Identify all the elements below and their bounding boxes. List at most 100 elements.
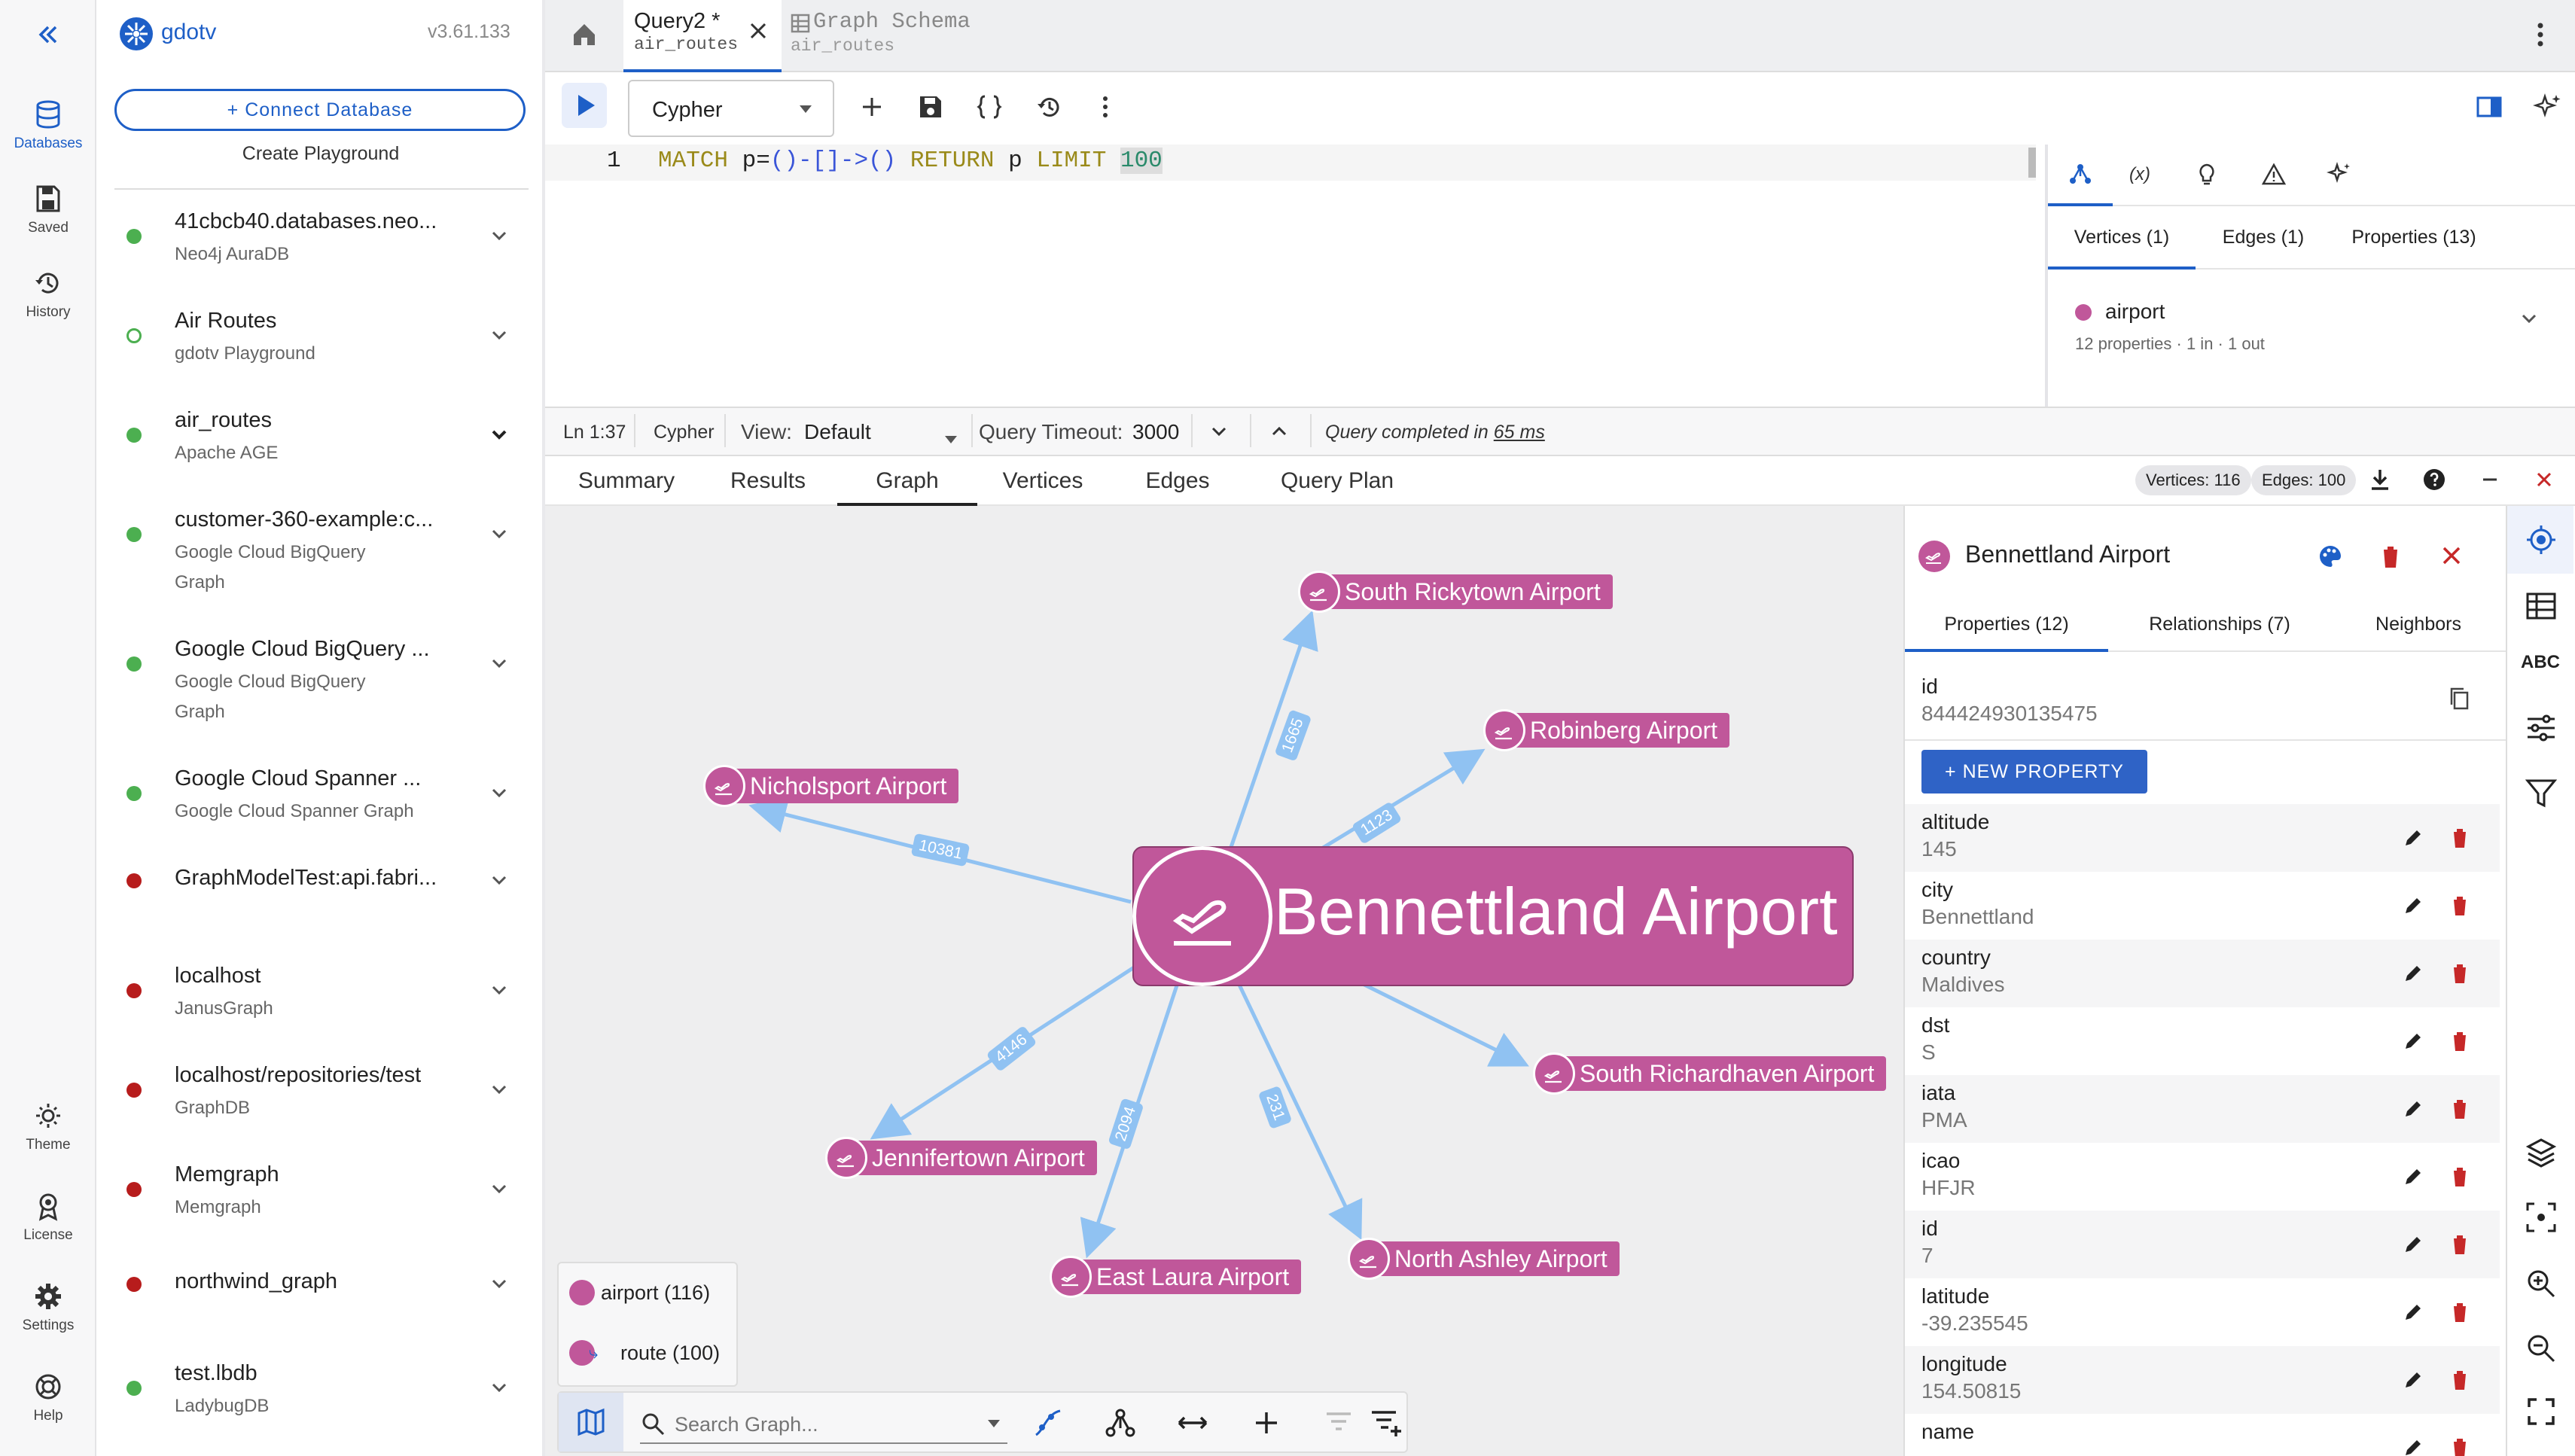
collapse-sidebar-icon[interactable]: [33, 20, 63, 53]
chevron-down-icon[interactable]: [488, 652, 510, 675]
timeout-input[interactable]: 3000: [1132, 420, 1179, 444]
airport-node-label[interactable]: Jennifertown Airport: [836, 1141, 1097, 1175]
connection-item[interactable]: localhost JanusGraph: [96, 964, 545, 1054]
results-tab[interactable]: Results: [714, 456, 822, 506]
airport-node-label[interactable]: East Laura Airport: [1060, 1260, 1302, 1294]
layers-icon[interactable]: [2525, 1137, 2557, 1172]
delete-property-icon[interactable]: [2450, 1030, 2473, 1052]
vertex-airport-item[interactable]: airport 12 properties · 1 in · 1 out: [2048, 285, 2575, 367]
nav-settings[interactable]: Settings: [0, 1281, 96, 1334]
search-graph-field[interactable]: [640, 1402, 1007, 1444]
nav-history[interactable]: History: [0, 268, 96, 321]
help-circle-icon[interactable]: [2423, 468, 2445, 495]
connect-database-button[interactable]: + Connect Database: [114, 89, 526, 131]
airport-node-icon[interactable]: [1348, 1238, 1390, 1280]
connection-item[interactable]: 41cbcb40.databases.neo... Neo4j AuraDB: [96, 209, 545, 300]
connection-item[interactable]: localhost/repositories/test GraphDB: [96, 1063, 545, 1153]
language-select[interactable]: Cypher: [628, 80, 834, 137]
nav-theme[interactable]: Theme: [0, 1101, 96, 1153]
airport-node-label[interactable]: North Ashley Airport: [1358, 1241, 1620, 1276]
tab-graph-schema[interactable]: Graph Schema air_routes: [791, 0, 1025, 72]
connection-item[interactable]: customer-360-example:c... Google Cloud Bi…: [96, 507, 545, 598]
nav-databases[interactable]: Databases: [0, 99, 96, 152]
delete-property-icon[interactable]: [2450, 962, 2473, 985]
add-node-icon[interactable]: [1251, 1408, 1281, 1442]
add-icon[interactable]: [858, 93, 885, 124]
connection-item[interactable]: northwind_graph: [96, 1269, 545, 1360]
chevron-down-icon[interactable]: [488, 224, 510, 247]
edge-robinberg[interactable]: [1312, 748, 1486, 856]
focus-target-button[interactable]: [2507, 506, 2573, 574]
edit-pencil-icon[interactable]: [2402, 1436, 2424, 1456]
more-options-icon[interactable]: [1098, 93, 1113, 124]
connection-item[interactable]: Memgraph Memgraph: [96, 1162, 545, 1253]
connection-item[interactable]: Google Cloud BigQuery ... Google Cloud Bi…: [96, 637, 545, 727]
airport-node-icon[interactable]: [825, 1137, 867, 1179]
edit-pencil-icon[interactable]: [2402, 1098, 2424, 1120]
chevron-down-icon[interactable]: [488, 324, 510, 346]
chevron-down-icon[interactable]: [488, 1376, 510, 1399]
edit-pencil-icon[interactable]: [2402, 827, 2424, 849]
nav-saved[interactable]: Saved: [0, 184, 96, 236]
edit-pencil-icon[interactable]: [2402, 894, 2424, 917]
connection-item[interactable]: GraphModelTest:api.fabri...: [96, 866, 545, 956]
zoom-in-icon[interactable]: [2525, 1268, 2557, 1303]
nav-license[interactable]: License: [0, 1191, 96, 1244]
airport-node-icon[interactable]: [1533, 1052, 1575, 1095]
layout-tree-icon[interactable]: [1105, 1408, 1135, 1442]
filter-disabled-icon[interactable]: [1324, 1409, 1354, 1440]
edit-pencil-icon[interactable]: [2402, 1369, 2424, 1391]
new-property-button[interactable]: + NEW PROPERTY: [1921, 750, 2147, 793]
airport-node-label[interactable]: Robinberg Airport: [1494, 713, 1730, 748]
connection-item[interactable]: Google Cloud Spanner ... Google Cloud Spa…: [96, 766, 545, 857]
tab-neighbors[interactable]: Neighbors: [2331, 598, 2506, 652]
chevron-down-icon[interactable]: [488, 1177, 510, 1200]
delete-property-icon[interactable]: [2450, 1301, 2473, 1323]
zoom-out-icon[interactable]: [2525, 1333, 2557, 1368]
search-graph-input[interactable]: [675, 1409, 976, 1439]
delete-property-icon[interactable]: [2450, 1165, 2473, 1188]
legend-airport[interactable]: airport (116): [601, 1281, 710, 1305]
chevron-down-icon[interactable]: [488, 869, 510, 891]
airport-node-label[interactable]: South Rickytown Airport: [1309, 574, 1613, 609]
chevron-down-icon[interactable]: [488, 423, 510, 446]
path-tool-icon[interactable]: [1033, 1408, 1063, 1442]
tab-query2[interactable]: Query2 * air_routes: [623, 0, 782, 72]
tab-edges[interactable]: Edges (1): [2196, 206, 2331, 270]
legend-route[interactable]: route (100): [620, 1342, 720, 1365]
delete-property-icon[interactable]: [2450, 827, 2473, 849]
warning-icon[interactable]: [2261, 163, 2287, 189]
toggle-side-panel-icon[interactable]: [2476, 93, 2503, 124]
nav-help[interactable]: Help: [0, 1372, 96, 1424]
tab-properties[interactable]: Properties (13): [2331, 206, 2497, 270]
connection-item[interactable]: Air Routes gdotv Playground: [96, 309, 545, 399]
chevron-down-icon[interactable]: [1209, 422, 1229, 446]
chevron-up-icon[interactable]: [1269, 422, 1289, 446]
airport-node-label[interactable]: South Richardhaven Airport: [1543, 1056, 1887, 1091]
edit-pencil-icon[interactable]: [2402, 1165, 2424, 1188]
map-view-button[interactable]: [559, 1393, 623, 1451]
results-tab[interactable]: Summary: [560, 456, 693, 506]
add-filter-icon[interactable]: [1370, 1406, 1403, 1443]
tune-icon[interactable]: [2525, 712, 2557, 748]
delete-property-icon[interactable]: [2450, 1369, 2473, 1391]
connection-item[interactable]: test.lbdb LadybugDB: [96, 1361, 545, 1451]
editor-scrollbar[interactable]: [2028, 148, 2036, 178]
airport-node-icon[interactable]: [703, 765, 745, 807]
chevron-down-icon[interactable]: [488, 522, 510, 545]
fit-view-icon[interactable]: [2525, 1202, 2557, 1237]
query-history-icon[interactable]: [1036, 93, 1063, 124]
airport-node-icon[interactable]: [1298, 571, 1340, 613]
delete-property-icon[interactable]: [2450, 1098, 2473, 1120]
delete-element-icon[interactable]: [2379, 544, 2402, 573]
filter-icon[interactable]: [2525, 777, 2558, 812]
airport-node-icon[interactable]: [1050, 1256, 1092, 1298]
tab-properties-12[interactable]: Properties (12): [1905, 598, 2108, 652]
chevron-down-icon[interactable]: [488, 781, 510, 804]
query-editor[interactable]: 1 MATCH p=()-[]->() RETURN p LIMIT 100: [545, 145, 2043, 408]
graph-canvas[interactable]: 16651123103811104041462094231 South Rick…: [545, 506, 1903, 1456]
edit-pencil-icon[interactable]: [2402, 1233, 2424, 1256]
fullscreen-icon[interactable]: [2525, 1396, 2557, 1431]
tab-vertices[interactable]: Vertices (1): [2048, 206, 2196, 270]
chevron-down-icon[interactable]: [488, 1078, 510, 1101]
